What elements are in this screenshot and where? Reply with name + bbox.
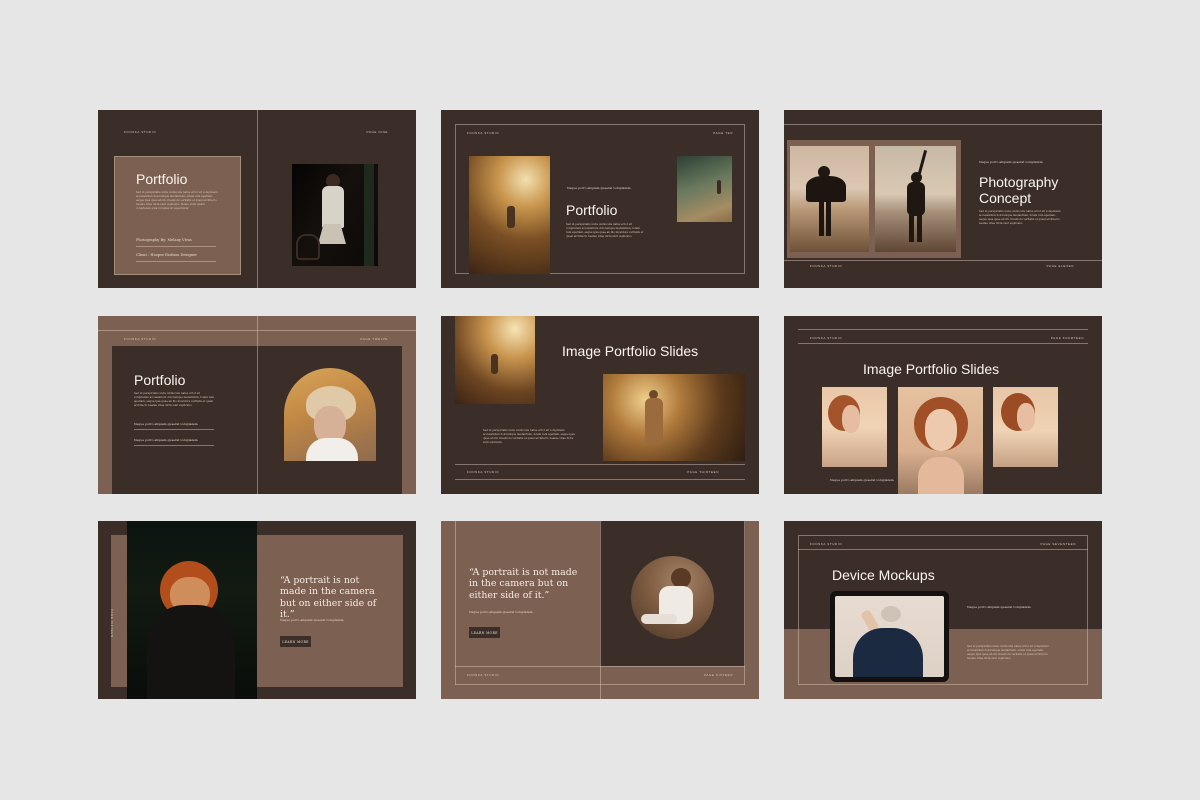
body-text: Sed ut perspiciatis unde omnis iste natu… <box>483 429 575 444</box>
page-label: PAGE SIXTEEN <box>704 673 733 677</box>
page-label: PAGE FIFTEEN <box>110 609 114 638</box>
photographer-credit: Photography By: Melany Vivas <box>136 238 192 242</box>
studio-label: FONSKA STUDIO <box>467 673 500 677</box>
page-label: PAGE NINE <box>366 130 388 134</box>
caption-text: Neque porro aliquam quaerat voluptatem. <box>280 618 345 622</box>
quote-text: Neque porro aliquam quaerat voluptatem. <box>134 438 199 442</box>
page-label: PAGE FOURTEEN <box>1050 336 1084 340</box>
studio-label: FONSKA STUDIO <box>124 130 157 134</box>
divider <box>136 246 216 247</box>
studio-label: FONSKA STUDIO <box>124 337 157 341</box>
woman-sitting-circle-photo <box>631 556 714 639</box>
divider-vertical <box>257 316 258 494</box>
slide-title: Portfolio <box>134 372 186 388</box>
page-label: PAGE SEVENTEEN <box>1040 542 1076 546</box>
divider <box>798 329 1088 330</box>
caption-text: Neque porro aliquam quaerat voluptatem. <box>469 610 534 614</box>
learn-more-button[interactable]: LEARN MORE <box>469 627 500 638</box>
slide-page-thirteen[interactable]: Image Portfolio Slides Sed ut perspiciat… <box>441 316 759 494</box>
studio-label: FONSKA STUDIO <box>467 470 500 474</box>
page-label: PAGE TWELVE <box>360 337 388 341</box>
slide-title-line1: Photography <box>979 174 1059 190</box>
divider <box>134 445 214 446</box>
slide-page-fourteen[interactable]: FONSKA STUDIO PAGE FOURTEEN Image Portfo… <box>784 316 1102 494</box>
slide-page-sixteen[interactable]: “A portrait is not made in the camera bu… <box>441 521 759 699</box>
slide-page-twelve[interactable]: FONSKA STUDIO PAGE TWELVE Portfolio Sed … <box>98 316 416 494</box>
woman-sunlit-forest-photo <box>603 374 745 461</box>
divider <box>455 464 745 465</box>
sunlit-field-photo <box>455 316 535 404</box>
redhead-profile-photo <box>822 387 887 467</box>
quote-text: Neque porro aliquam quaerat voluptatem. <box>967 605 1032 609</box>
page-label: PAGE ELEVEN <box>1046 264 1074 268</box>
slide-title: Portfolio <box>566 202 618 218</box>
slide-title: Device Mockups <box>832 567 935 583</box>
page-label: PAGE THIRTEEN <box>687 470 719 474</box>
slide-title: Image Portfolio Slides <box>562 343 699 359</box>
tablet-screen-photo <box>835 596 944 677</box>
slide-page-fifteen[interactable]: PAGE FIFTEEN “A portrait is not made in … <box>98 521 416 699</box>
studio-label: FONSKA STUDIO <box>810 542 843 546</box>
slide-title: Image Portfolio Slides <box>863 361 1000 377</box>
divider <box>798 549 1088 550</box>
body-text: Sed ut perspiciatis unde omnis iste natu… <box>979 210 1061 225</box>
sunlit-field-photo <box>469 156 550 274</box>
divider-vertical <box>257 110 258 288</box>
slide-page-ten[interactable]: FONSKA STUDIO PAGE TEN Neque porro aliqu… <box>441 110 759 288</box>
quote-text: “A portrait is not made in the camera bu… <box>280 575 377 620</box>
divider <box>784 260 1102 261</box>
quote-text: Neque porro aliquam quaerat voluptatem. <box>567 186 632 190</box>
silhouette-coat-photo <box>790 146 869 252</box>
beach-figure-photo <box>677 156 732 222</box>
body-text: Sed ut perspiciatis unde omnis iste natu… <box>136 191 218 210</box>
caption-text: Neque porro aliquam quaerat voluptatem. <box>830 478 895 482</box>
studio-label: FONSKA STUDIO <box>467 131 500 135</box>
body-text: Sed ut perspiciatis unde omnis iste natu… <box>566 223 644 238</box>
redhead-side-photo <box>993 387 1058 467</box>
tablet-device-mockup <box>830 591 949 682</box>
client-credit: Client : Hooper Fashion Designer <box>136 253 197 257</box>
woman-hat-arch-photo <box>284 368 376 461</box>
learn-more-button[interactable]: LEARN MORE <box>280 636 311 647</box>
page-label: PAGE TEN <box>713 131 733 135</box>
divider <box>455 666 745 667</box>
dancer-silhouette-photo <box>875 146 956 252</box>
divider <box>455 479 745 480</box>
quote-text: “A portrait is not made in the camera bu… <box>469 567 578 601</box>
slide-page-seventeen[interactable]: FONSKA STUDIO PAGE SEVENTEEN Device Mock… <box>784 521 1102 699</box>
slide-page-nine[interactable]: FONSKA STUDIO PAGE NINE Portfolio Sed ut… <box>98 110 416 288</box>
quote-text: Neque porro aliquam quaerat voluptatem. <box>134 422 199 426</box>
studio-label: FONSKA STUDIO <box>810 336 843 340</box>
divider <box>455 684 745 685</box>
woman-black-turtleneck-photo <box>127 521 257 699</box>
divider <box>136 261 216 262</box>
divider <box>784 124 1102 125</box>
divider-vertical <box>600 521 601 699</box>
slide-title-line2: Concept <box>979 190 1032 206</box>
woman-white-dress-photo <box>292 164 378 266</box>
body-text: Sed ut perspiciatis unde omnis iste natu… <box>134 392 214 407</box>
studio-label: FONSKA STUDIO <box>810 264 843 268</box>
slide-title: Portfolio <box>136 171 188 187</box>
body-text: Sed ut perspiciatis unde omnis iste natu… <box>967 645 1049 660</box>
divider <box>134 429 214 430</box>
divider <box>798 343 1088 344</box>
redhead-portrait-photo <box>898 387 983 494</box>
slide-page-eleven[interactable]: Neque porro aliquam quaerat voluptatem. … <box>784 110 1102 288</box>
quote-text: Neque porro aliquam quaerat voluptatem. <box>979 160 1044 164</box>
